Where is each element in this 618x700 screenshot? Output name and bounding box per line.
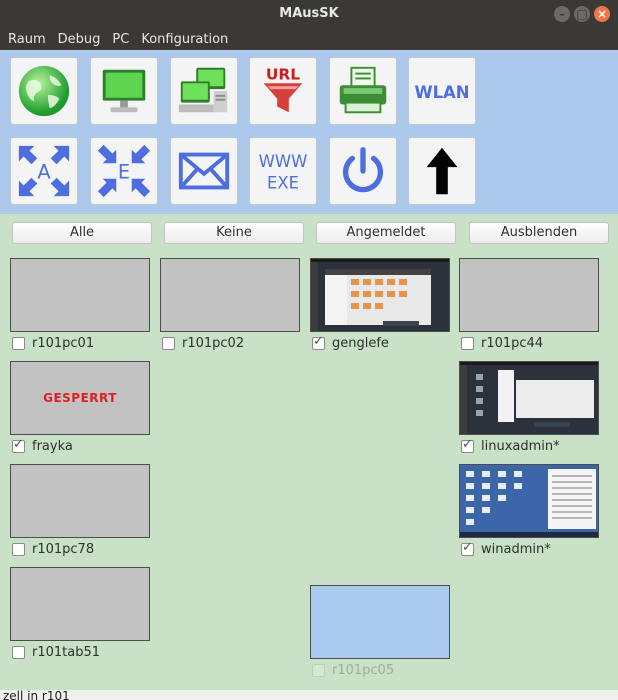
client-screen[interactable] <box>459 361 599 435</box>
client-tile[interactable]: genglefe <box>310 258 450 351</box>
power-icon <box>342 147 384 193</box>
client-screen[interactable] <box>10 258 150 332</box>
expand-button[interactable]: A <box>10 137 78 205</box>
filter-bar: Alle Keine Angemeldet Ausblenden <box>0 214 618 250</box>
client-name: linuxadmin* <box>481 438 560 454</box>
shutdown-button[interactable] <box>329 137 397 205</box>
expand-a-icon: A <box>18 145 70 197</box>
svg-text:WWW: WWW <box>259 152 308 171</box>
menu-konfiguration[interactable]: Konfiguration <box>141 32 228 47</box>
collapse-e-icon: E <box>97 144 151 198</box>
client-name: r101pc78 <box>32 541 95 557</box>
mail-button[interactable] <box>170 137 238 205</box>
client-name: frayka <box>32 438 73 454</box>
locked-label: GESPERRT <box>43 391 117 405</box>
client-checkbox <box>312 663 325 677</box>
window-controls: – □ × <box>554 6 610 22</box>
close-icon[interactable]: × <box>594 6 610 22</box>
svg-text:EXE: EXE <box>267 173 299 192</box>
desktop-thumbnail <box>311 259 449 331</box>
wlan-button[interactable]: WLAN <box>408 57 476 125</box>
client-tile[interactable]: linuxadmin* <box>459 361 599 454</box>
desktop-thumbnail <box>460 465 598 537</box>
url-filter-button[interactable]: URL <box>249 57 317 125</box>
window-title: MAusSK <box>279 6 339 21</box>
client-tile[interactable]: r101pc01 <box>10 258 150 351</box>
www-exe-icon: WWW EXE <box>259 152 308 192</box>
client-name: r101pc44 <box>481 335 544 351</box>
client-name: r101pc01 <box>32 335 95 351</box>
minimize-icon[interactable]: – <box>554 6 570 22</box>
maximize-icon[interactable]: □ <box>574 6 590 22</box>
client-screen[interactable] <box>310 585 450 659</box>
title-bar: MAusSK – □ × <box>0 0 618 28</box>
print-button[interactable] <box>329 57 397 125</box>
all-screens-button[interactable] <box>170 57 238 125</box>
client-screen[interactable] <box>10 567 150 641</box>
client-tile[interactable]: r101pc78 <box>10 464 150 557</box>
client-screen[interactable]: GESPERRT <box>10 361 150 435</box>
client-checkbox[interactable] <box>461 336 474 350</box>
client-screen[interactable] <box>459 258 599 332</box>
client-checkbox[interactable] <box>12 542 25 556</box>
menu-raum[interactable]: Raum <box>8 32 46 47</box>
client-checkbox[interactable] <box>162 336 175 350</box>
menu-pc[interactable]: PC <box>112 32 129 47</box>
client-tile[interactable]: r101pc44 <box>459 258 599 351</box>
client-tile[interactable]: GESPERRT frayka <box>10 361 150 454</box>
svg-text:URL: URL <box>266 65 300 83</box>
printer-icon <box>339 66 387 114</box>
client-tile[interactable]: r101tab51 <box>10 567 150 660</box>
client-screen[interactable] <box>160 258 300 332</box>
mail-icon <box>178 152 230 190</box>
monitor-icon <box>102 69 146 113</box>
client-tile[interactable]: winadmin* <box>459 464 599 557</box>
svg-text:E: E <box>118 161 130 184</box>
collapse-button[interactable]: E <box>90 137 158 205</box>
svg-text:A: A <box>37 161 51 184</box>
globe-icon <box>18 65 70 117</box>
desktop-thumbnail <box>460 362 598 434</box>
svg-text:WLAN: WLAN <box>414 83 469 102</box>
internet-button[interactable] <box>10 57 78 125</box>
client-screen[interactable] <box>459 464 599 538</box>
client-checkbox[interactable] <box>12 336 25 350</box>
client-checkbox[interactable] <box>312 334 325 350</box>
menu-bar: Raum Debug PC Konfiguration <box>0 28 618 50</box>
up-arrow-icon <box>426 147 458 195</box>
client-screen[interactable] <box>310 258 450 332</box>
upload-button[interactable] <box>408 137 476 205</box>
screen-button[interactable] <box>90 57 158 125</box>
client-name: winadmin* <box>481 541 551 557</box>
status-bar: zell in r101 <box>0 690 618 700</box>
client-checkbox[interactable] <box>461 540 474 556</box>
client-checkbox[interactable] <box>12 645 25 659</box>
client-name: r101pc05 <box>332 662 395 678</box>
client-checkbox[interactable] <box>461 437 474 453</box>
select-all-button[interactable]: Alle <box>12 222 152 244</box>
client-name: r101pc02 <box>182 335 245 351</box>
www-exe-button[interactable]: WWW EXE <box>249 137 317 205</box>
toolbar: URL WLAN A E WWW EXE <box>0 50 618 214</box>
select-logged-in-button[interactable]: Angemeldet <box>316 222 456 244</box>
status-text: zell in r101 <box>3 690 70 700</box>
menu-debug[interactable]: Debug <box>58 32 101 47</box>
client-checkbox[interactable] <box>12 437 25 453</box>
wlan-icon: WLAN <box>414 83 469 102</box>
client-screen[interactable] <box>10 464 150 538</box>
client-tile-dragging[interactable]: r101pc05 <box>310 585 450 678</box>
client-tile[interactable]: r101pc02 <box>160 258 300 351</box>
hide-button[interactable]: Ausblenden <box>469 222 609 244</box>
client-name: r101tab51 <box>32 644 101 660</box>
client-name: genglefe <box>332 335 389 351</box>
url-filter-icon: URL <box>263 65 303 113</box>
select-none-button[interactable]: Keine <box>164 222 304 244</box>
computers-icon <box>178 67 228 113</box>
